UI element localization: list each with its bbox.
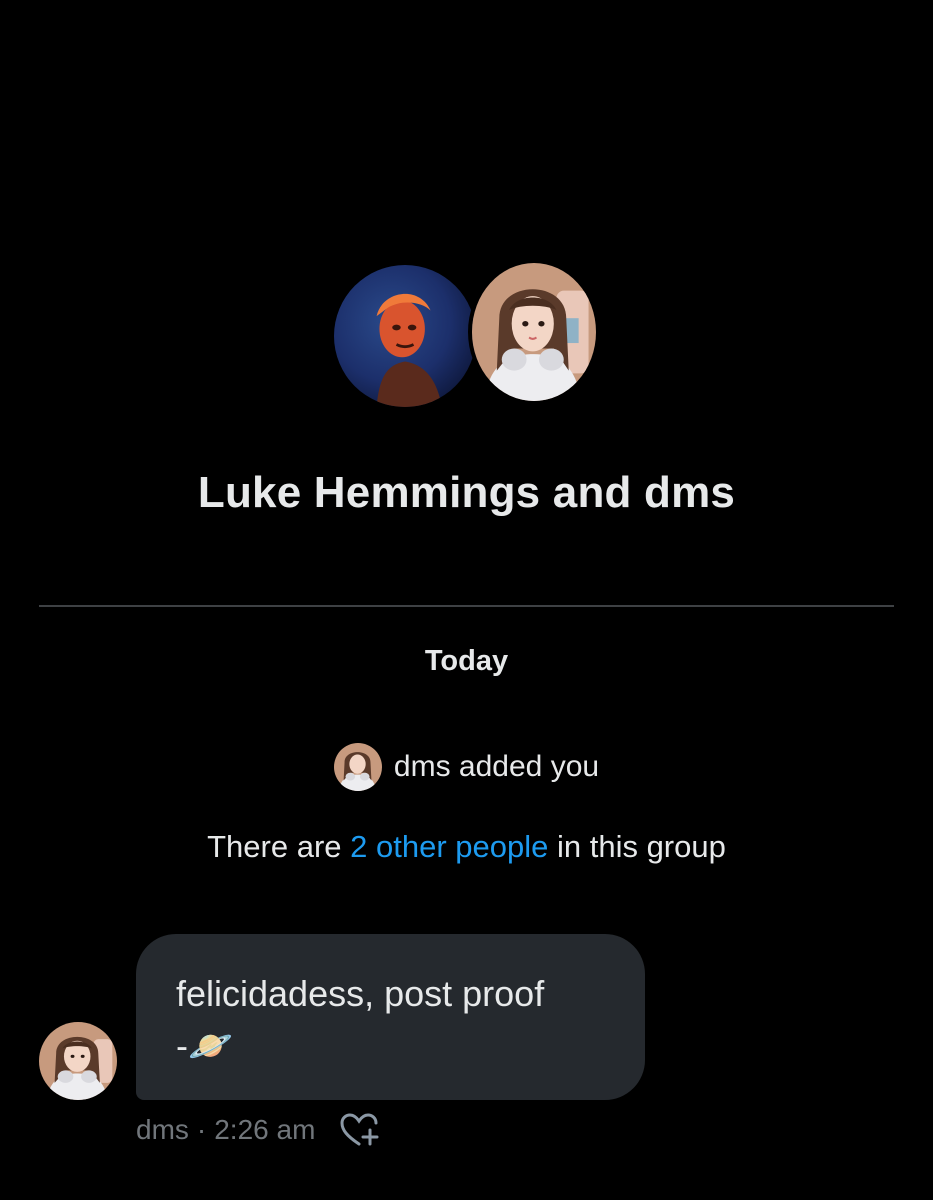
- heart-plus-icon[interactable]: [339, 1112, 379, 1148]
- group-info: There are 2 other people in this group: [0, 829, 933, 865]
- conversation-title: Luke Hemmings and dms: [197, 468, 736, 517]
- dms-small-avatar[interactable]: [333, 743, 382, 791]
- group-info-prefix: There are: [207, 829, 351, 864]
- meta-separator: ·: [196, 1114, 207, 1145]
- luke-hemmings-avatar[interactable]: [334, 265, 476, 407]
- added-event: dms added you: [0, 743, 933, 791]
- message-sender-name: dms: [136, 1114, 189, 1145]
- message-meta: dms · 2:26 am: [136, 1112, 379, 1148]
- message-text-line-1: felicidadess, post proof: [176, 973, 545, 1014]
- message-text-line-2: -🪐: [176, 1025, 233, 1066]
- date-separator: Today: [424, 645, 509, 677]
- other-people-link[interactable]: 2 other people: [350, 829, 548, 864]
- message-bubble[interactable]: felicidadess, post proof -🪐: [136, 934, 645, 1100]
- group-info-suffix: in this group: [548, 829, 726, 864]
- message-time: 2:26 am: [214, 1114, 316, 1145]
- added-event-text: dms added you: [393, 750, 600, 783]
- dms-avatar[interactable]: [468, 259, 600, 405]
- message-sender-avatar[interactable]: [39, 1022, 117, 1100]
- divider: [39, 605, 894, 607]
